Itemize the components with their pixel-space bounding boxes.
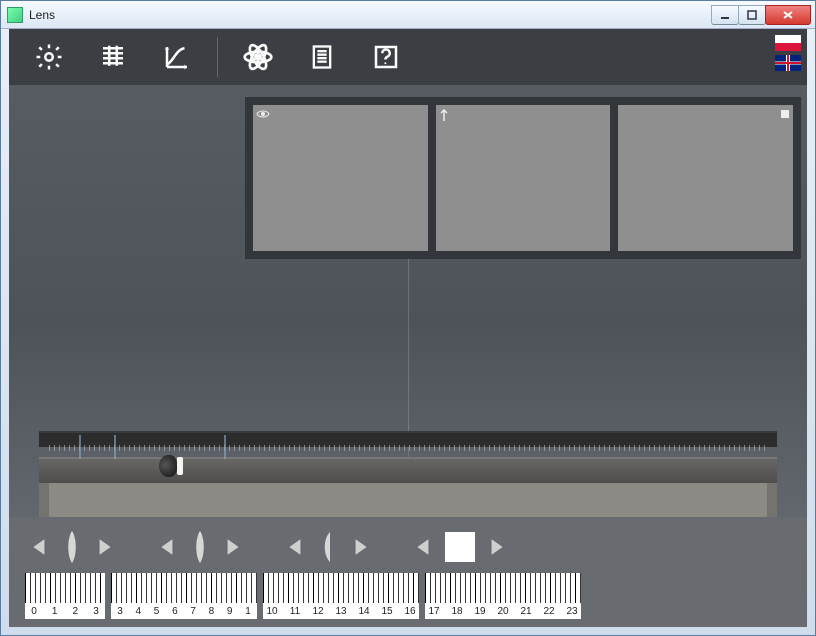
control-group-3 [281,530,375,564]
ruler-label: 9 [223,606,237,617]
window-buttons [712,5,811,25]
close-button[interactable] [765,5,811,25]
move-right-button[interactable] [89,532,119,562]
minimize-button[interactable] [711,5,739,25]
ruler[interactable]: 0123 [25,573,105,619]
ruler-label: 22 [542,606,556,617]
control-group-1 [25,530,119,564]
lamp-face [177,457,183,475]
bench-rail [39,457,777,483]
bench-base [39,483,777,517]
ruler[interactable]: 10 11 12 13 14 15 16 [263,573,419,619]
settings-button[interactable] [17,29,81,85]
atom-button[interactable] [226,29,290,85]
stage[interactable] [9,85,807,517]
lens-biconvex-icon[interactable] [189,530,211,564]
move-left-button[interactable] [153,532,183,562]
flag-uk[interactable] [775,55,801,71]
view-panel-3[interactable] [618,105,793,251]
bench-rider[interactable] [114,435,116,459]
language-flags [775,35,801,71]
app-icon [7,7,23,23]
app-body: 0123345678911011121314151617181920212223 [9,29,807,627]
lens-biconvex-icon[interactable] [61,530,83,564]
ruler-label: 0 [27,606,41,617]
window-title: Lens [29,8,712,22]
ruler-label: 10 [265,606,279,617]
up-arrow-icon [439,108,449,125]
ruler-label: 1 [48,606,62,617]
ruler[interactable]: 17 18 19 20 21 22 23 [425,573,581,619]
move-right-button[interactable] [481,532,511,562]
ruler-label: 5 [150,606,164,617]
move-right-button[interactable] [217,532,247,562]
titlebar: Lens [1,1,815,29]
control-group-2 [153,530,247,564]
toolbar-separator [217,37,218,77]
ruler-label: 17 [427,606,441,617]
ruler-label: 4 [131,606,145,617]
control-strip: 0123345678911011121314151617181920212223 [9,517,807,627]
lens-half-icon[interactable] [317,530,339,564]
move-left-button[interactable] [281,532,311,562]
ruler-label: 11 [288,606,302,617]
app-window: Lens [0,0,816,636]
control-group-4 [409,532,511,562]
ruler-label: 16 [403,606,417,617]
ruler-label: 12 [311,606,325,617]
screen-square-icon[interactable] [445,532,475,562]
bench-lamp[interactable] [159,453,187,479]
ruler-label: 1 [241,606,255,617]
ruler-label: 20 [496,606,510,617]
ruler-label: 8 [204,606,218,617]
maximize-button[interactable] [738,5,766,25]
square-icon [780,108,790,122]
ruler-label: 3 [89,606,103,617]
flag-pl[interactable] [775,35,801,51]
ruler-label: 19 [473,606,487,617]
move-left-button[interactable] [25,532,55,562]
lamp-bulb [159,455,177,477]
ruler-label: 3 [113,606,127,617]
view-panel-2[interactable] [436,105,611,251]
view-panel-1[interactable] [253,105,428,251]
move-left-button[interactable] [409,532,439,562]
graph-button[interactable] [145,29,209,85]
ruler-label: 23 [565,606,579,617]
toolbar [9,29,807,85]
ruler-label: 7 [186,606,200,617]
bench-rider[interactable] [224,435,226,459]
ruler-label: 18 [450,606,464,617]
move-right-button[interactable] [345,532,375,562]
table-button[interactable] [81,29,145,85]
help-button[interactable] [354,29,418,85]
control-row [25,525,791,569]
ruler-label: 13 [334,606,348,617]
bench-rider[interactable] [79,435,81,459]
notes-button[interactable] [290,29,354,85]
ruler-label: 6 [168,606,182,617]
ruler[interactable]: 34567891 [111,573,257,619]
ruler-label: 14 [357,606,371,617]
ruler-label: 15 [380,606,394,617]
rulers: 0123345678911011121314151617181920212223 [25,573,791,621]
bench-ticks [49,445,767,451]
view-panels [245,97,801,259]
ruler-label: 21 [519,606,533,617]
ruler-label: 2 [68,606,82,617]
eye-icon [256,108,270,122]
